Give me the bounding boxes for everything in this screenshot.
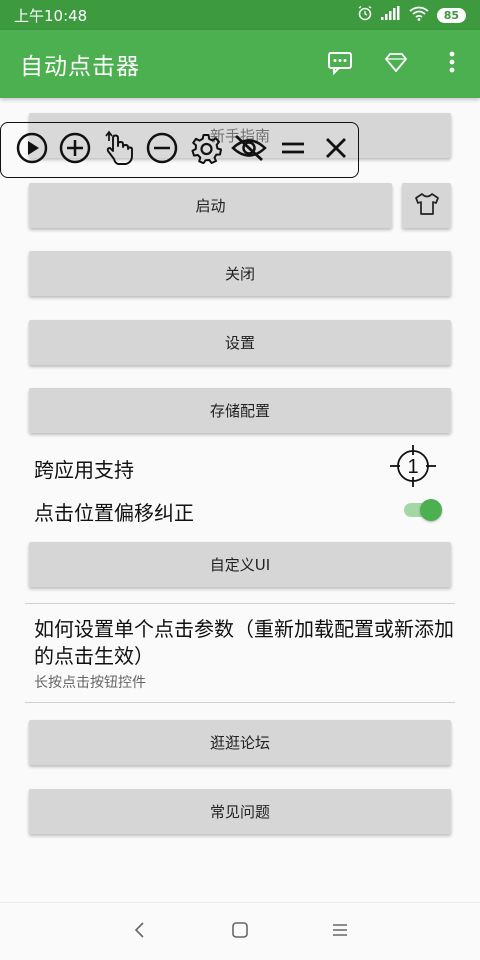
add-circle-icon xyxy=(58,131,92,169)
offset-correction-toggle[interactable] xyxy=(402,499,442,521)
toolbar-close-button[interactable] xyxy=(315,125,359,175)
alarm-icon xyxy=(357,5,373,25)
remove-circle-icon xyxy=(145,131,179,169)
navigation-bar xyxy=(0,902,480,960)
diamond-icon xyxy=(384,50,408,78)
gear-icon xyxy=(190,132,222,168)
faq-button[interactable]: 常见问题 xyxy=(29,789,451,834)
crosshair-target[interactable]: 1 xyxy=(388,443,438,489)
status-time: 上午10:48 xyxy=(14,6,88,25)
start-button[interactable]: 启动 xyxy=(29,183,392,228)
menu-lines-icon xyxy=(279,138,307,162)
more-options-button[interactable] xyxy=(424,36,480,92)
nav-recents-button[interactable] xyxy=(325,917,355,947)
signal-icon xyxy=(380,6,401,24)
target-number: 1 xyxy=(407,456,418,478)
settings-button[interactable]: 设置 xyxy=(29,320,451,365)
app-actions xyxy=(312,36,480,92)
swipe-button[interactable] xyxy=(97,125,141,175)
floating-toolbar[interactable] xyxy=(0,122,359,178)
feedback-button[interactable] xyxy=(312,36,368,92)
tshirt-icon xyxy=(414,192,440,220)
toolbar-menu-button[interactable] xyxy=(271,125,315,175)
remove-point-button[interactable] xyxy=(141,125,185,175)
feedback-icon xyxy=(326,48,354,80)
status-bar: 上午10:48 85 xyxy=(0,0,480,30)
eye-off-icon xyxy=(230,133,268,167)
battery-icon: 85 xyxy=(436,7,466,23)
chevron-left-icon xyxy=(133,921,147,943)
play-button[interactable] xyxy=(10,125,54,175)
hide-points-button[interactable] xyxy=(228,125,272,175)
status-icons: 85 xyxy=(357,5,466,25)
close-icon xyxy=(323,135,349,165)
toggle-thumb xyxy=(420,499,442,521)
help-title[interactable]: 如何设置单个点击参数（重新加载配置或新添加的点击生效） xyxy=(34,616,454,670)
more-vert-icon xyxy=(448,50,456,78)
close-button[interactable]: 关闭 xyxy=(29,251,451,296)
divider xyxy=(25,603,455,604)
premium-button[interactable] xyxy=(368,36,424,92)
wifi-icon xyxy=(409,6,429,25)
theme-button[interactable] xyxy=(402,183,451,228)
divider xyxy=(25,702,455,703)
hand-pointer-icon xyxy=(102,129,136,171)
cross-app-label: 跨应用支持 xyxy=(34,458,134,482)
play-icon xyxy=(15,131,49,169)
save-config-button[interactable]: 存储配置 xyxy=(29,388,451,433)
offset-correction-label: 点击位置偏移纠正 xyxy=(34,501,194,525)
app-title: 自动点击器 xyxy=(20,54,140,80)
menu-icon xyxy=(331,922,349,942)
home-square-icon xyxy=(231,921,249,943)
help-subtitle: 长按点击按钮控件 xyxy=(34,675,146,691)
nav-back-button[interactable] xyxy=(125,917,155,947)
forum-button[interactable]: 逛逛论坛 xyxy=(29,720,451,765)
add-point-button[interactable] xyxy=(54,125,98,175)
custom-ui-button[interactable]: 自定义UI xyxy=(29,542,451,587)
nav-home-button[interactable] xyxy=(225,917,255,947)
toolbar-settings-button[interactable] xyxy=(184,125,228,175)
app-bar: 自动点击器 xyxy=(0,30,480,98)
